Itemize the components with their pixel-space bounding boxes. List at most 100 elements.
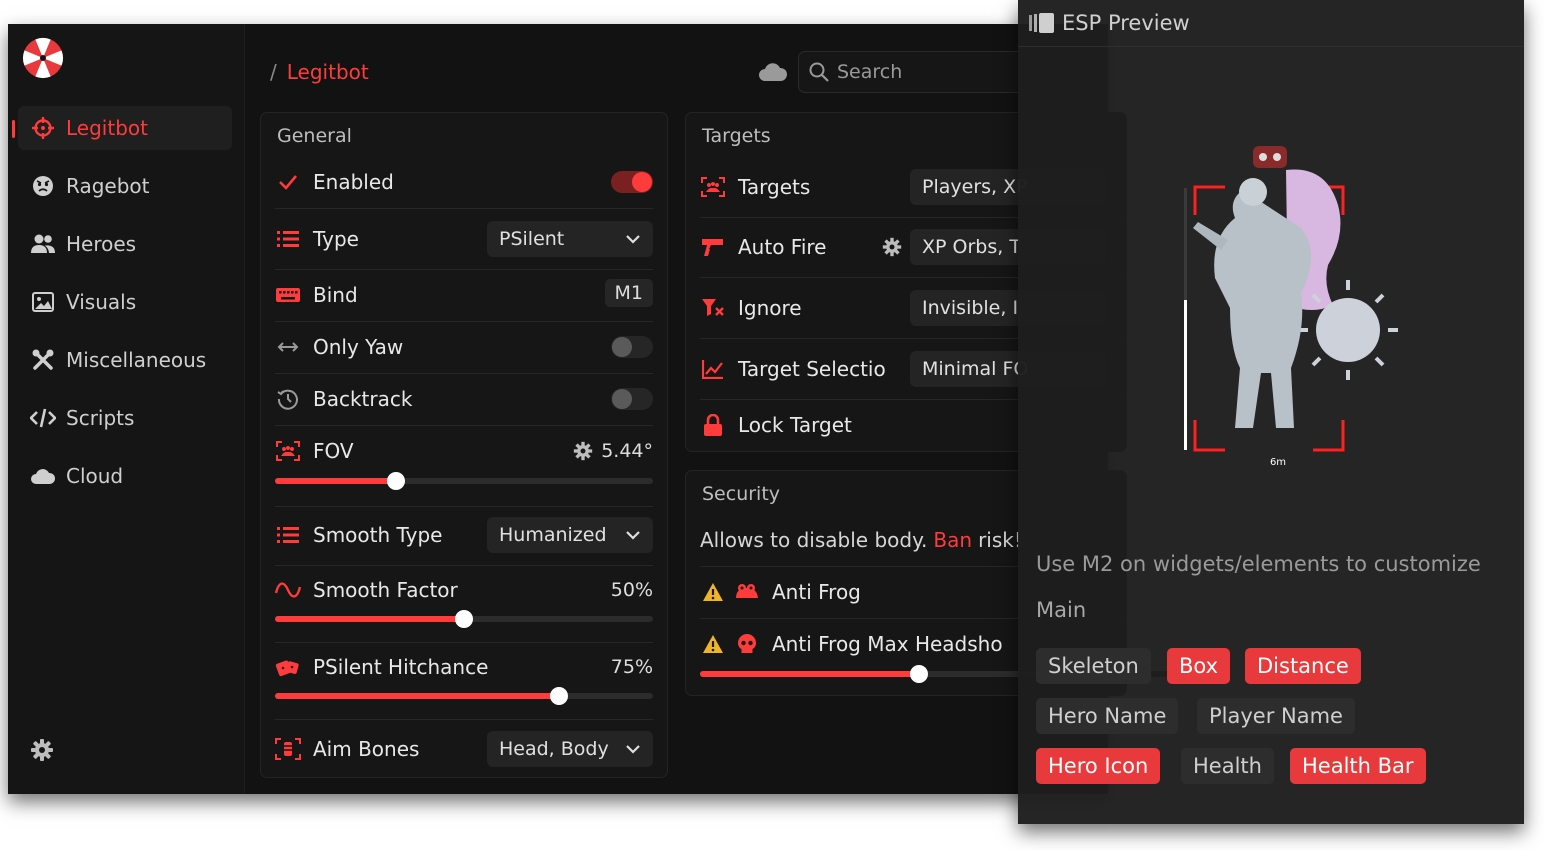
smooth-type-dropdown[interactable]: Humanized xyxy=(487,517,653,553)
sidebar-item-scripts[interactable]: Scripts xyxy=(18,396,232,440)
enabled-label: Enabled xyxy=(313,170,394,194)
psilent-hitchance-slider[interactable] xyxy=(275,687,653,705)
tag-box[interactable]: Box xyxy=(1167,648,1231,684)
health-bar xyxy=(1184,300,1187,450)
window-icon xyxy=(1029,13,1054,33)
chevron-down-icon xyxy=(626,745,640,754)
main-window: Legitbot Ragebot Heroes Visuals Miscella… xyxy=(8,24,1186,794)
smooth-type-row: Smooth Type Humanized xyxy=(275,517,653,553)
aim-bones-value: Head, Body xyxy=(499,738,609,760)
backtrack-label: Backtrack xyxy=(313,387,413,411)
lock-icon xyxy=(700,412,726,438)
code-icon xyxy=(30,405,56,431)
distance-label: 6m xyxy=(1270,457,1286,468)
tag-health-bar[interactable]: Health Bar xyxy=(1290,748,1426,784)
breadcrumb-current[interactable]: Legitbot xyxy=(287,60,369,84)
gear-icon[interactable] xyxy=(882,237,902,257)
settings-gear-icon[interactable] xyxy=(30,738,54,762)
divider xyxy=(275,321,653,322)
crosshair-icon xyxy=(30,115,56,141)
backtrack-row: Backtrack xyxy=(275,386,653,412)
slider-thumb[interactable] xyxy=(909,665,928,683)
fov-slider[interactable] xyxy=(275,472,653,490)
tag-skeleton[interactable]: Skeleton xyxy=(1036,648,1151,684)
cloud-icon[interactable] xyxy=(758,60,788,84)
chevron-down-icon xyxy=(626,531,640,540)
wave-icon xyxy=(275,577,301,603)
divider xyxy=(275,208,653,209)
ignore-label: Ignore xyxy=(738,296,802,320)
smooth-factor-value: 50% xyxy=(610,579,653,601)
type-row: Type PSilent xyxy=(275,221,653,257)
angry-face-icon xyxy=(30,173,56,199)
tag-distance[interactable]: Distance xyxy=(1245,648,1361,684)
cloud-icon xyxy=(30,463,56,489)
slider-thumb[interactable] xyxy=(386,472,405,490)
search-placeholder: Search xyxy=(837,61,903,83)
bind-key-button[interactable]: M1 xyxy=(604,279,653,307)
only-yaw-row: Only Yaw xyxy=(275,334,653,360)
slider-thumb[interactable] xyxy=(549,687,568,705)
history-clock-icon xyxy=(275,386,301,412)
filter-x-icon xyxy=(700,295,726,321)
psilent-hitchance-row: PSilent Hitchance 75% xyxy=(275,654,653,680)
aim-bones-label: Aim Bones xyxy=(313,737,420,761)
smooth-type-label: Smooth Type xyxy=(313,523,443,547)
ignore-value: Invisible, I xyxy=(922,297,1019,319)
sidebar-item-label: Visuals xyxy=(66,290,137,314)
warning-icon xyxy=(700,579,726,605)
tag-player-name[interactable]: Player Name xyxy=(1197,698,1355,734)
health-bar-empty xyxy=(1184,188,1187,300)
divider xyxy=(275,425,653,426)
tools-icon xyxy=(30,347,56,373)
backtrack-toggle[interactable] xyxy=(611,388,653,410)
tag-health[interactable]: Health xyxy=(1181,748,1274,784)
panel-title: Security xyxy=(702,483,781,505)
sidebar-item-heroes[interactable]: Heroes xyxy=(18,222,232,266)
only-yaw-toggle[interactable] xyxy=(611,336,653,358)
esp-title-bar[interactable]: ESP Preview xyxy=(1028,8,1190,38)
smooth-factor-row: Smooth Factor 50% xyxy=(275,577,653,603)
skeleton-icon xyxy=(275,736,301,762)
list-icon xyxy=(275,522,301,548)
sidebar-item-cloud[interactable]: Cloud xyxy=(18,454,232,498)
sidebar-item-miscellaneous[interactable]: Miscellaneous xyxy=(18,338,232,382)
breadcrumb-separator: / xyxy=(270,60,277,84)
esp-preview-window: ESP Preview 6m Use M2 on widgets/element… xyxy=(1018,0,1524,824)
panel-title: Targets xyxy=(702,125,771,147)
sidebar-item-legitbot[interactable]: Legitbot xyxy=(18,106,232,150)
dice-icon xyxy=(275,654,301,680)
aim-bones-dropdown[interactable]: Head, Body xyxy=(487,731,653,767)
chevron-down-icon xyxy=(626,235,640,244)
search-icon xyxy=(809,62,829,82)
image-icon xyxy=(30,289,56,315)
auto-fire-label: Auto Fire xyxy=(738,235,827,259)
type-dropdown[interactable]: PSilent xyxy=(487,221,653,257)
sidebar-item-ragebot[interactable]: Ragebot xyxy=(18,164,232,208)
smooth-factor-slider[interactable] xyxy=(275,610,653,628)
lock-target-label: Lock Target xyxy=(738,413,852,437)
frog-icon xyxy=(734,579,760,605)
gear-icon[interactable] xyxy=(573,441,593,461)
list-icon xyxy=(275,226,301,252)
line-chart-icon xyxy=(700,356,726,382)
sidebar-item-visuals[interactable]: Visuals xyxy=(18,280,232,324)
psilent-hitchance-value: 75% xyxy=(610,656,653,678)
target-group-icon xyxy=(700,174,726,200)
enabled-toggle[interactable] xyxy=(611,171,653,193)
esp-section-main: Main xyxy=(1036,598,1087,622)
target-group-icon xyxy=(275,438,301,464)
gun-icon xyxy=(700,234,726,260)
security-desc-highlight: Ban xyxy=(933,528,973,552)
only-yaw-label: Only Yaw xyxy=(313,335,404,359)
active-indicator xyxy=(12,120,15,138)
smooth-type-value: Humanized xyxy=(499,524,607,546)
warning-icon xyxy=(700,631,726,657)
slider-thumb[interactable] xyxy=(455,610,473,628)
panel-title: General xyxy=(277,125,352,147)
breadcrumb: / Legitbot xyxy=(270,60,369,84)
security-desc-suffix: risk! xyxy=(978,528,1022,552)
fov-row: FOV 5.44° xyxy=(275,438,653,464)
tag-hero-name[interactable]: Hero Name xyxy=(1036,698,1179,734)
tag-hero-icon[interactable]: Hero Icon xyxy=(1036,748,1161,784)
